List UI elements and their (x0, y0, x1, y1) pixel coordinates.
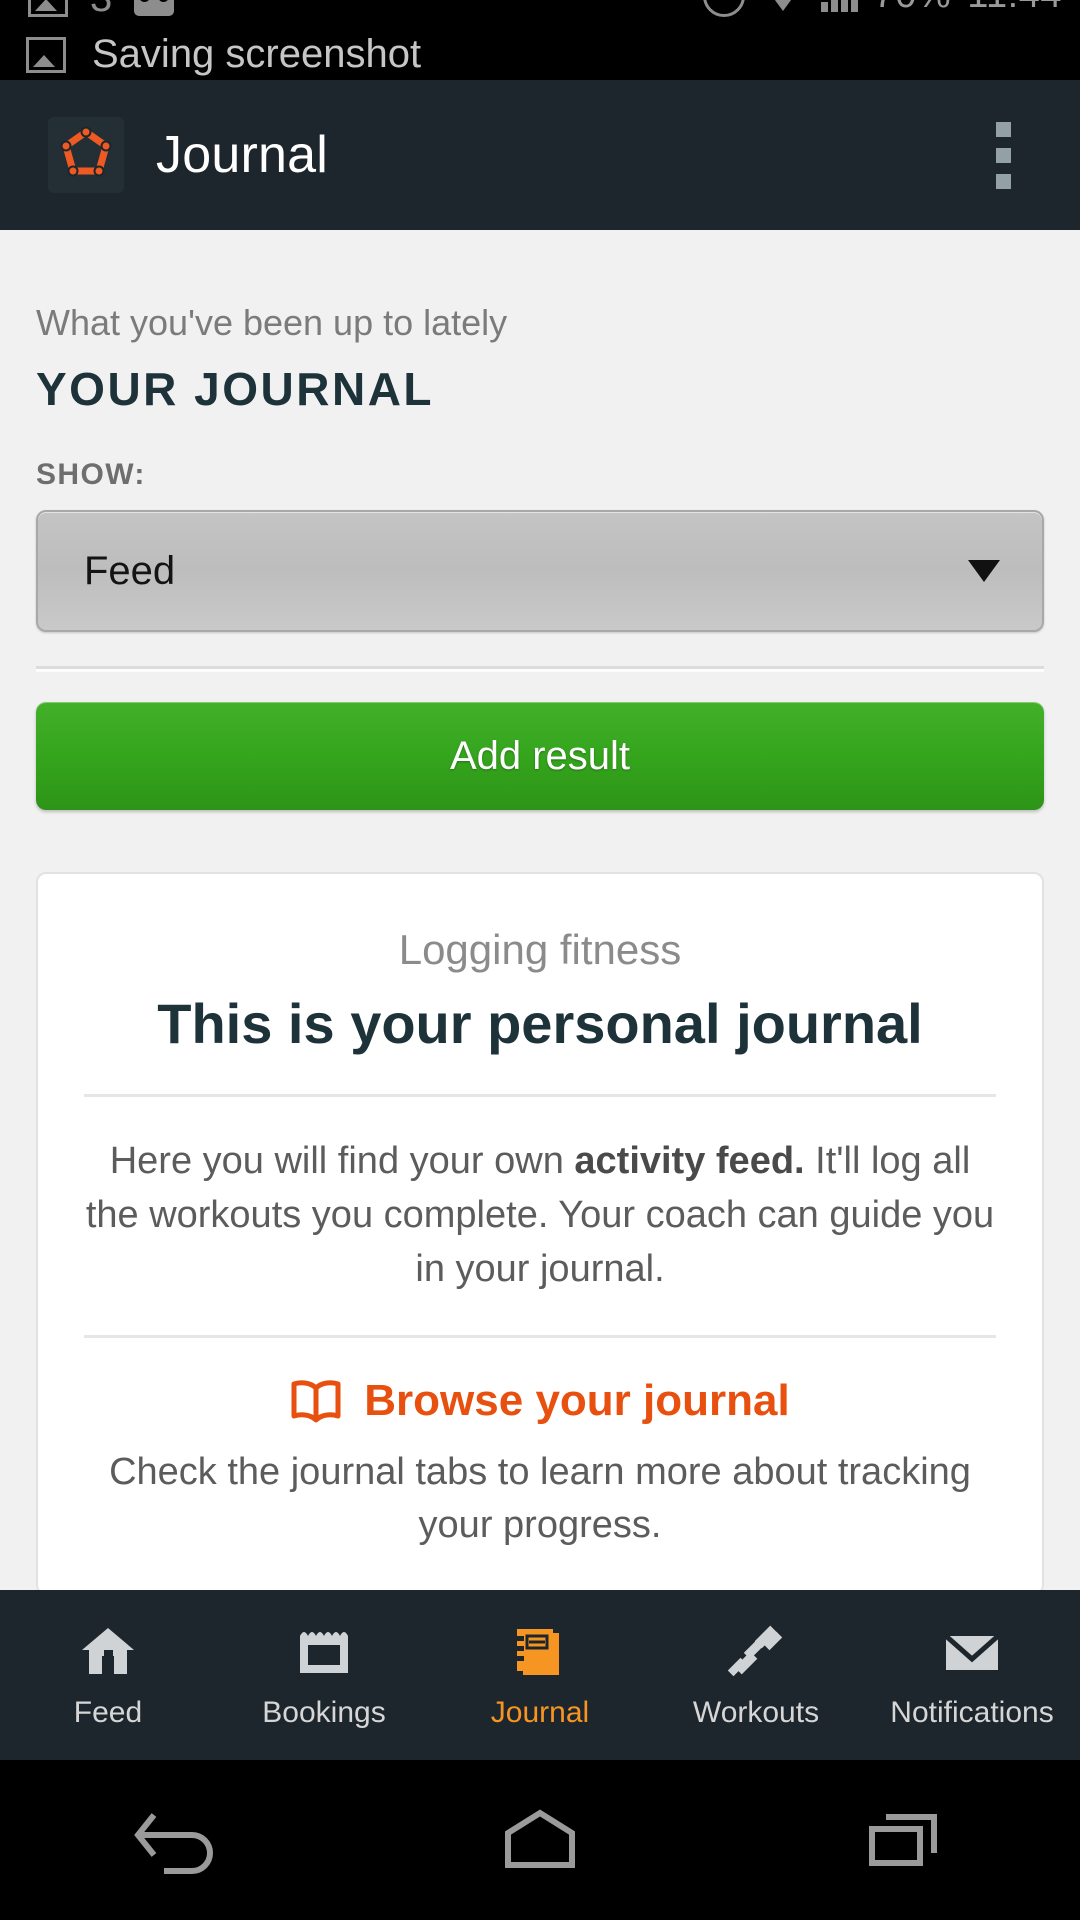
notification-count: 3 (90, 0, 112, 21)
tab-journal[interactable]: Journal (432, 1590, 648, 1760)
card-divider-top (84, 1094, 996, 1098)
tab-feed-label: Feed (73, 1696, 143, 1729)
chevron-down-icon (968, 560, 1000, 582)
android-status-bar: 3 70% 11:44 Saving screenshot (0, 0, 1080, 80)
calendar-icon (295, 1620, 353, 1682)
show-filter-value: Feed (84, 548, 176, 593)
tab-bookings-label: Bookings (262, 1696, 386, 1729)
tab-bookings[interactable]: Bookings (216, 1590, 432, 1760)
dumbbell-icon (725, 1620, 787, 1682)
open-book-icon (290, 1379, 342, 1423)
alarm-clock-icon (702, 0, 745, 17)
notebook-icon (511, 1620, 569, 1682)
home-pentagon-icon[interactable] (450, 1760, 630, 1920)
tab-workouts-label: Workouts (692, 1696, 820, 1729)
card-divider-bottom (84, 1335, 996, 1339)
main-content: What you've been up to lately YOUR JOURN… (0, 230, 1080, 1590)
ghost-icon (134, 0, 175, 16)
polygon-logo-icon (48, 117, 124, 193)
card-body: Here you will find your own activity fee… (84, 1135, 996, 1297)
status-clock: 11:44 (967, 0, 1062, 17)
app-bar: Journal (0, 80, 1080, 230)
tab-journal-label: Journal (490, 1696, 590, 1729)
signal-icon (820, 0, 858, 12)
card-title: This is your personal journal (157, 992, 923, 1055)
card-body-part1: Here you will find your own (109, 1140, 575, 1183)
section-divider (36, 666, 1044, 672)
tab-notifications-label: Notifications (890, 1696, 1054, 1729)
tab-workouts[interactable]: Workouts (648, 1590, 864, 1760)
notification-text: Saving screenshot (92, 32, 422, 76)
status-left-icons: 3 (28, 0, 175, 21)
card-body-emphasis: activity feed. (574, 1140, 805, 1183)
bottom-tab-bar: Feed Bookings Journal Workouts Notificat… (0, 1590, 1080, 1760)
notification-row[interactable]: Saving screenshot (26, 32, 421, 77)
envelope-icon (941, 1620, 1003, 1682)
recents-icon[interactable] (810, 1760, 990, 1920)
browse-journal-label: Browse your journal (364, 1376, 790, 1426)
show-filter-select[interactable]: Feed (36, 510, 1044, 632)
status-right-icons: 70% 11:44 (702, 0, 1062, 17)
browse-journal-link[interactable]: Browse your journal (84, 1376, 996, 1426)
page-title: YOUR JOURNAL (36, 363, 435, 415)
wifi-icon (760, 0, 805, 11)
app-title: Journal (156, 126, 328, 184)
device-screen: 3 70% 11:44 Saving screenshot (0, 0, 1080, 1920)
battery-percent: 70% (874, 0, 952, 17)
info-card: Logging fitness This is your personal jo… (36, 872, 1044, 1590)
show-filter-label: SHOW: (36, 458, 146, 491)
card-subtext: Check the journal tabs to learn more abo… (109, 1451, 971, 1547)
screenshot-image-icon (26, 36, 66, 73)
android-nav-bar (0, 1760, 1080, 1920)
card-kicker: Logging fitness (398, 926, 682, 973)
tab-feed[interactable]: Feed (0, 1590, 216, 1760)
tab-notifications[interactable]: Notifications (864, 1590, 1080, 1760)
image-icon (28, 0, 68, 17)
page-kicker: What you've been up to lately (36, 302, 508, 343)
home-icon (79, 1620, 137, 1682)
back-icon[interactable] (90, 1760, 270, 1920)
overflow-menu-icon[interactable] (976, 105, 1030, 205)
add-result-button[interactable]: Add result (36, 702, 1044, 810)
